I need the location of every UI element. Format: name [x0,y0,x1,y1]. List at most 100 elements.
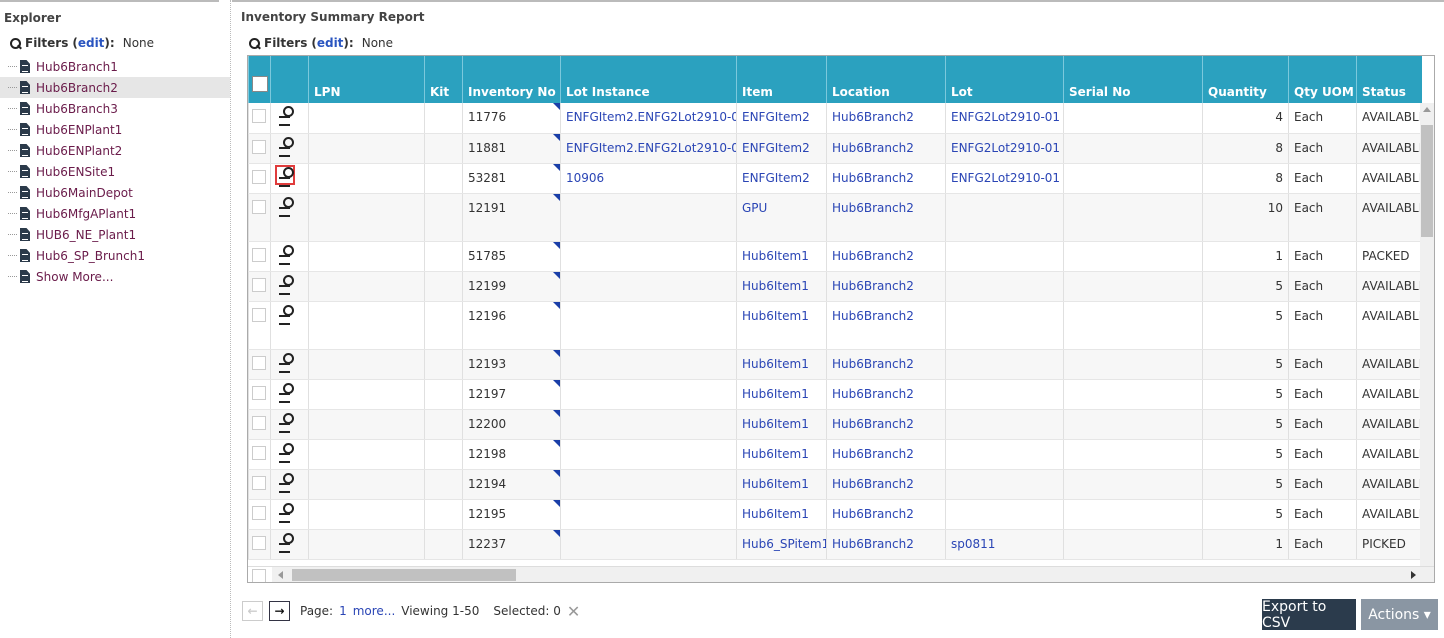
more-pages-link[interactable]: more... [353,604,396,618]
table-row[interactable]: 11881 ENFGItem2.ENFG2Lot2910-01 ENFGItem2 H… [248,133,1422,164]
table-row[interactable]: 12194 Hub6Item1 Hub6Branch2 5 Each AVAILABLE [248,469,1422,500]
tree-item[interactable]: Hub6ENSite1 [0,161,230,182]
tree-item[interactable]: Hub6ENPlant1 [0,119,230,140]
lpn-detail-icon[interactable] [277,304,294,325]
scroll-right-icon[interactable] [1411,571,1416,579]
lpn-detail-icon[interactable] [277,352,294,373]
item-link[interactable]: Hub6Item1 [742,477,809,491]
lpn-detail-icon[interactable] [277,274,294,295]
item-link[interactable]: Hub6Item1 [742,417,809,431]
tree-item[interactable]: Hub6MainDepot [0,182,230,203]
lot-link[interactable]: ENFG2Lot2910-01 [951,110,1060,124]
location-link[interactable]: Hub6Branch2 [832,357,914,371]
location-link[interactable]: Hub6Branch2 [832,279,914,293]
row-checkbox[interactable] [252,569,266,582]
location-link[interactable]: Hub6Branch2 [832,387,914,401]
location-link[interactable]: Hub6Branch2 [832,417,914,431]
table-row[interactable]: 12237 Hub6_SPitem1 Hub6Branch2 sp0811 1 Each P… [248,529,1422,560]
location-link[interactable]: Hub6Branch2 [832,171,914,185]
row-checkbox[interactable] [252,535,266,550]
lpn-detail-icon[interactable] [277,136,294,157]
tree-item[interactable]: Hub6ENPlant2 [0,140,230,161]
lot-link[interactable]: ENFG2Lot2910-01 [951,171,1060,185]
horizontal-scrollbar[interactable] [272,566,1434,582]
table-row[interactable]: 12193 Hub6Item1 Hub6Branch2 5 Each AVAILABLE [248,349,1422,380]
next-page-button[interactable]: → [269,601,290,621]
column-header[interactable]: Inventory No [462,56,561,103]
export-csv-button[interactable]: Export to CSV [1262,599,1356,631]
table-row[interactable]: 12199 Hub6Item1 Hub6Branch2 5 Each AVAILABLE [248,271,1422,302]
scroll-thumb[interactable] [1421,125,1433,237]
table-row[interactable]: 12196 Hub6Item1 Hub6Branch2 5 Each AVAILABLE [248,301,1422,350]
row-checkbox[interactable] [252,199,266,214]
table-row[interactable]: 12197 Hub6Item1 Hub6Branch2 5 Each AVAILABLE [248,379,1422,410]
item-link[interactable]: Hub6Item1 [742,249,809,263]
tree-item[interactable]: Hub6MfgAPlant1 [0,203,230,224]
row-checkbox[interactable] [252,475,266,490]
actions-button[interactable]: Actions ▾ [1361,599,1438,630]
tree-item[interactable]: Hub6_SP_Brunch1 [0,245,230,266]
item-link[interactable]: Hub6Item1 [742,309,809,323]
scroll-up-icon[interactable] [1423,107,1431,112]
location-link[interactable]: Hub6Branch2 [832,447,914,461]
item-link[interactable]: Hub6Item1 [742,447,809,461]
column-header[interactable]: Lot Instance [560,56,737,103]
location-link[interactable]: Hub6Branch2 [832,507,914,521]
vertical-scrollbar[interactable] [1420,103,1434,567]
tree-item[interactable]: Hub6Branch1 [0,56,230,77]
item-link[interactable]: ENFGItem2 [742,171,810,185]
location-link[interactable]: Hub6Branch2 [832,249,914,263]
lpn-detail-icon[interactable] [277,244,294,265]
item-link[interactable]: GPU [742,201,767,215]
lot_instance-link[interactable]: ENFGItem2.ENFG2Lot2910-02 [566,110,737,124]
location-link[interactable]: Hub6Branch2 [832,110,914,124]
edit-filters-link[interactable]: edit [317,36,344,50]
lpn-detail-icon[interactable] [277,442,294,463]
row-checkbox[interactable] [252,385,266,400]
item-link[interactable]: ENFGItem2 [742,110,810,124]
tree-item[interactable]: Hub6Branch2 [0,77,230,98]
row-checkbox[interactable] [252,415,266,430]
item-link[interactable]: Hub6_SPitem1 [742,537,827,551]
location-link[interactable]: Hub6Branch2 [832,141,914,155]
location-link[interactable]: Hub6Branch2 [832,309,914,323]
select-all-checkbox[interactable] [252,76,268,92]
tree-item[interactable]: Hub6Branch3 [0,98,230,119]
scroll-left-icon[interactable] [278,571,283,579]
location-link[interactable]: Hub6Branch2 [832,477,914,491]
row-checkbox[interactable] [252,277,266,292]
row-checkbox[interactable] [252,355,266,370]
lpn-detail-icon[interactable] [277,106,294,126]
scroll-thumb[interactable] [292,569,516,581]
row-checkbox[interactable] [252,445,266,460]
edit-filters-link[interactable]: edit [78,36,105,50]
row-checkbox[interactable] [252,139,266,154]
table-row[interactable]: 11776 ENFGItem2.ENFG2Lot2910-02 ENFGItem2 H… [248,103,1422,134]
lot_instance-link[interactable]: 10906 [566,171,604,185]
lpn-detail-icon[interactable] [277,382,294,403]
lpn-detail-icon[interactable] [277,502,294,523]
column-header[interactable]: Lot [945,56,1064,103]
column-header[interactable]: Quantity [1202,56,1289,103]
prev-page-button[interactable]: ← [242,601,263,621]
item-link[interactable]: Hub6Item1 [742,279,809,293]
location-link[interactable]: Hub6Branch2 [832,201,914,215]
clear-selection-icon[interactable]: ✕ [567,602,580,621]
table-row[interactable]: 53281 10906 ENFGItem2 Hub6Branch2 ENFG2Lot29… [248,163,1422,194]
column-header[interactable]: Location [826,56,946,103]
page-number[interactable]: 1 [339,604,347,618]
column-header[interactable]: Serial No [1063,56,1203,103]
lpn-detail-icon[interactable] [277,472,294,493]
lpn-detail-icon[interactable] [277,412,294,433]
lpn-detail-icon[interactable] [277,196,294,217]
column-header[interactable]: Item [736,56,827,103]
table-row[interactable]: 12195 Hub6Item1 Hub6Branch2 5 Each AVAILABLE [248,499,1422,530]
lpn-detail-icon[interactable] [277,532,294,553]
column-header[interactable]: Status [1356,56,1422,103]
row-checkbox[interactable] [252,169,266,184]
item-link[interactable]: Hub6Item1 [742,357,809,371]
lot_instance-link[interactable]: ENFGItem2.ENFG2Lot2910-01 [566,141,737,155]
tree-item[interactable]: HUB6_NE_Plant1 [0,224,230,245]
lpn-detail-icon[interactable] [275,164,295,187]
table-row[interactable]: 51785 Hub6Item1 Hub6Branch2 1 Each PACKED [248,241,1422,272]
